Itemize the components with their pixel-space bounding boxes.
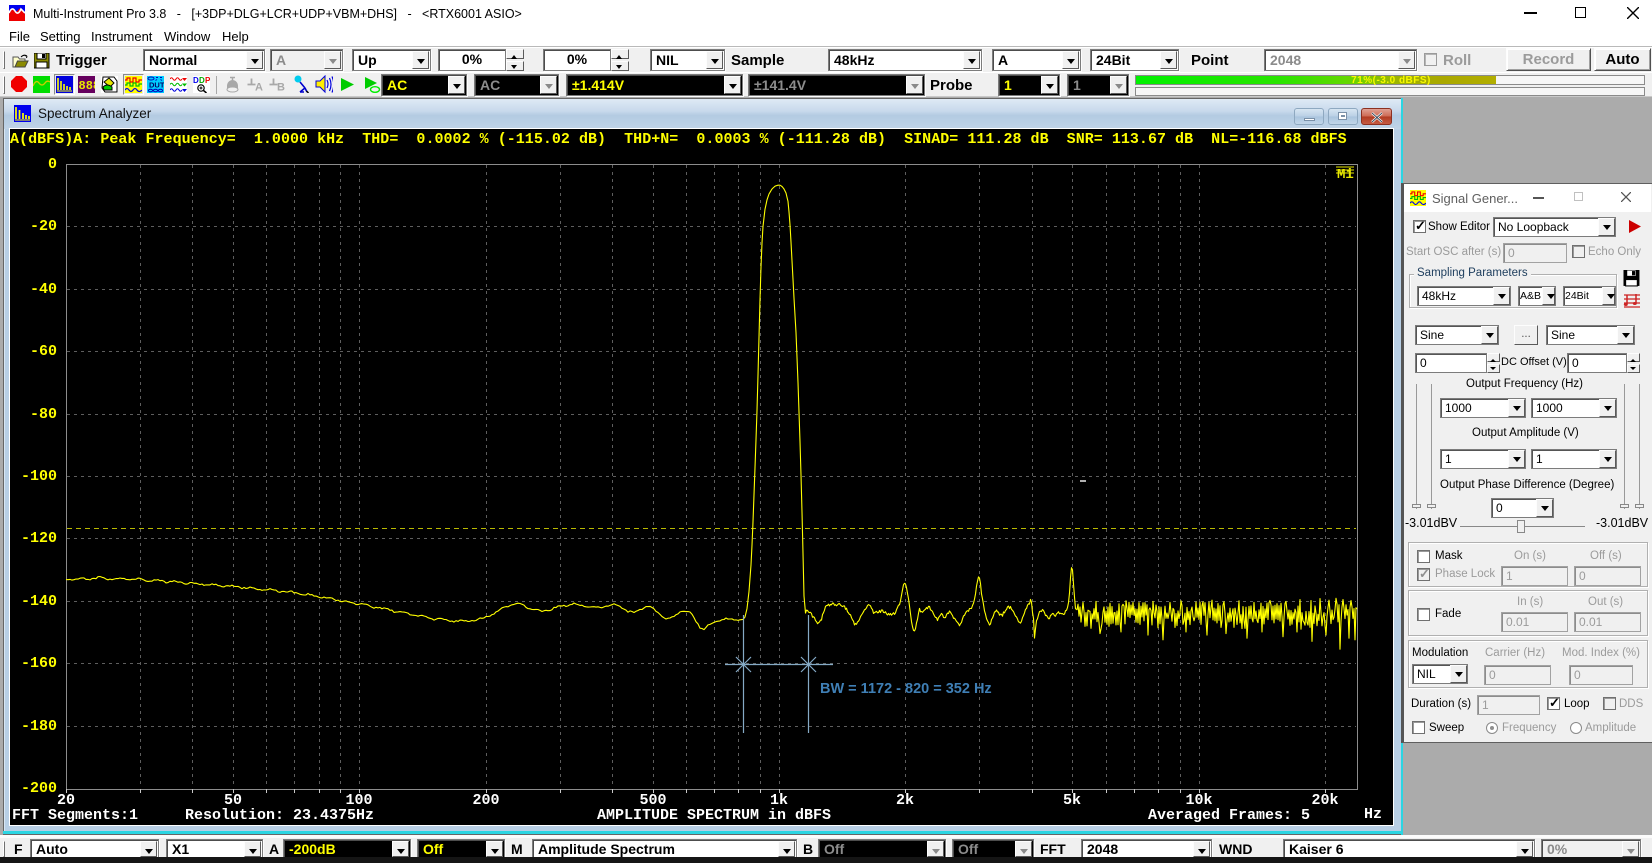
svg-text:888: 888 <box>79 79 96 93</box>
svg-text:Mi: Mi <box>1337 167 1354 183</box>
svg-text:DUT: DUT <box>149 81 164 90</box>
svg-text:A: A <box>255 82 263 94</box>
svg-text:P: P <box>205 76 210 85</box>
svg-text:B: B <box>277 82 285 94</box>
